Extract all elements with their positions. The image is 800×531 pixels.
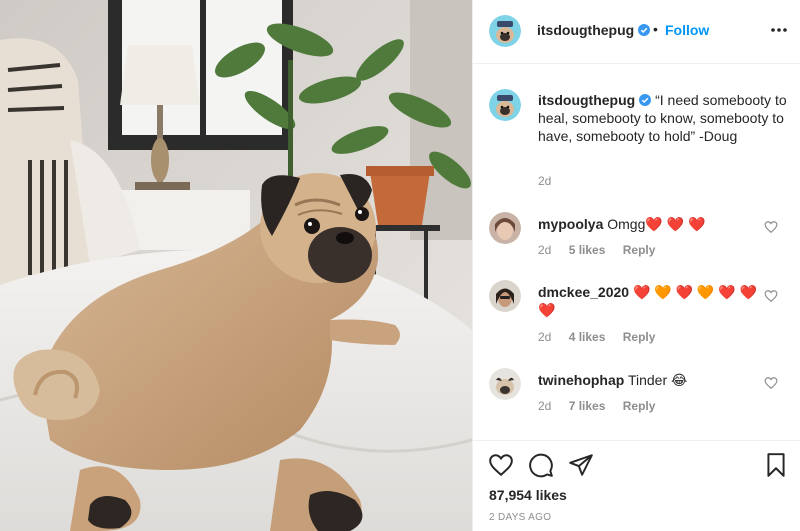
pug-photo-illustration <box>0 0 472 531</box>
heart-icon[interactable] <box>488 452 514 478</box>
post-details-panel: itsdougthepug • Follow itsdougthepug “I … <box>472 0 800 531</box>
post-header: itsdougthepug • Follow <box>473 0 800 64</box>
comment-meta: 2d 7 likes Reply <box>538 399 669 413</box>
username-text[interactable]: itsdougthepug <box>537 22 634 38</box>
comment-avatar[interactable] <box>489 212 521 244</box>
avatar-image <box>489 280 521 312</box>
comment-likes[interactable]: 4 likes <box>569 330 606 344</box>
caption-username[interactable]: itsdougthepug <box>538 92 635 108</box>
comment-meta: 2d 5 likes Reply <box>538 243 669 257</box>
instagram-post: itsdougthepug • Follow itsdougthepug “I … <box>0 0 800 531</box>
comment-meta: 2d 4 likes Reply <box>538 330 669 344</box>
avatar-image <box>489 89 521 121</box>
comment-likes[interactable]: 7 likes <box>569 399 606 413</box>
comment-text-line: mypoolya Omgg❤️ ❤️ ❤️ <box>538 215 768 233</box>
comment-text-line: twinehophap Tinder 😂 <box>538 371 768 389</box>
post-timestamp: 2 DAYS AGO <box>489 512 552 523</box>
post-actions: 87,954 likes 2 DAYS AGO <box>473 440 800 531</box>
comment-text: Omgg❤️ ❤️ ❤️ <box>607 216 706 232</box>
reply-button[interactable]: Reply <box>623 330 656 344</box>
comment-like-heart-icon[interactable] <box>764 289 778 303</box>
avatar-image <box>489 15 521 47</box>
comment-text: Tinder 😂 <box>627 372 688 388</box>
verified-badge-icon <box>639 94 652 106</box>
comment-icon[interactable] <box>528 452 554 478</box>
share-icon[interactable] <box>568 452 594 478</box>
reply-button[interactable]: Reply <box>623 399 656 413</box>
comment-username[interactable]: twinehophap <box>538 372 624 388</box>
more-options-icon[interactable] <box>769 20 789 40</box>
post-likes-count[interactable]: 87,954 likes <box>489 487 567 503</box>
separator-dot: • <box>653 21 658 37</box>
comment-username[interactable]: mypoolya <box>538 216 603 232</box>
avatar-image <box>489 368 521 400</box>
post-photo[interactable] <box>0 0 472 531</box>
comment-username[interactable]: dmckee_2020 <box>538 284 629 300</box>
comment-text-line: dmckee_2020 ❤️ 🧡 ❤️ 🧡 ❤️ ❤️ ❤️ <box>538 283 768 319</box>
follow-button[interactable]: Follow <box>665 22 709 38</box>
post-author-username[interactable]: itsdougthepug <box>537 22 651 38</box>
caption-text-block: itsdougthepug “I need somebooty to heal,… <box>538 91 788 145</box>
comment-like-heart-icon[interactable] <box>764 220 778 234</box>
caption-time: 2d <box>538 174 552 188</box>
reply-button[interactable]: Reply <box>623 243 656 257</box>
verified-badge-icon <box>638 24 651 36</box>
comment-time: 2d <box>538 330 552 344</box>
caption-avatar[interactable] <box>489 89 521 121</box>
comment-time: 2d <box>538 243 552 257</box>
comment-likes[interactable]: 5 likes <box>569 243 606 257</box>
avatar-image <box>489 212 521 244</box>
comment-time: 2d <box>538 399 552 413</box>
bookmark-icon[interactable] <box>763 452 789 478</box>
comment-avatar[interactable] <box>489 280 521 312</box>
comment-like-heart-icon[interactable] <box>764 376 778 390</box>
avatar[interactable] <box>489 15 521 47</box>
comment-avatar[interactable] <box>489 368 521 400</box>
